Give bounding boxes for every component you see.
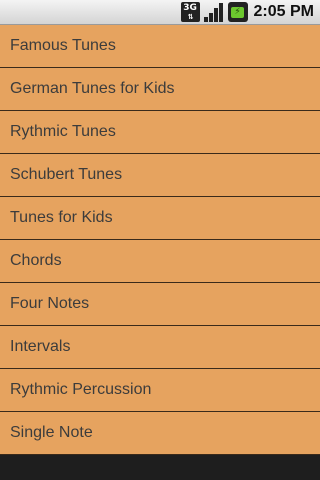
status-clock: 2:05 PM bbox=[253, 3, 314, 20]
list-item-schubert-tunes[interactable]: Schubert Tunes bbox=[0, 154, 320, 197]
battery-bolt: ⚡ bbox=[231, 6, 245, 18]
list-item-rythmic-tunes[interactable]: Rythmic Tunes bbox=[0, 111, 320, 154]
empty-background bbox=[0, 455, 320, 480]
list-item-single-note[interactable]: Single Note bbox=[0, 412, 320, 455]
list-item-tunes-for-kids[interactable]: Tunes for Kids bbox=[0, 197, 320, 240]
status-bar: 3G ⇅ ⚡ 2:05 PM bbox=[0, 0, 320, 25]
list-item-chords[interactable]: Chords bbox=[0, 240, 320, 283]
tune-category-list: Famous Tunes German Tunes for Kids Rythm… bbox=[0, 25, 320, 455]
list-item-famous-tunes[interactable]: Famous Tunes bbox=[0, 25, 320, 68]
list-item-german-tunes-for-kids[interactable]: German Tunes for Kids bbox=[0, 68, 320, 111]
network-label: 3G bbox=[183, 3, 197, 13]
battery-charging-icon: ⚡ bbox=[227, 2, 248, 22]
list-item-four-notes[interactable]: Four Notes bbox=[0, 283, 320, 326]
app-screen: 3G ⇅ ⚡ 2:05 PM Famous Tunes German Tunes… bbox=[0, 0, 320, 480]
network-activity-icon: ⇅ bbox=[187, 13, 194, 21]
signal-strength-icon bbox=[203, 2, 224, 22]
list-item-intervals[interactable]: Intervals bbox=[0, 326, 320, 369]
list-item-rythmic-percussion[interactable]: Rythmic Percussion bbox=[0, 369, 320, 412]
network-3g-icon: 3G ⇅ bbox=[180, 2, 200, 22]
